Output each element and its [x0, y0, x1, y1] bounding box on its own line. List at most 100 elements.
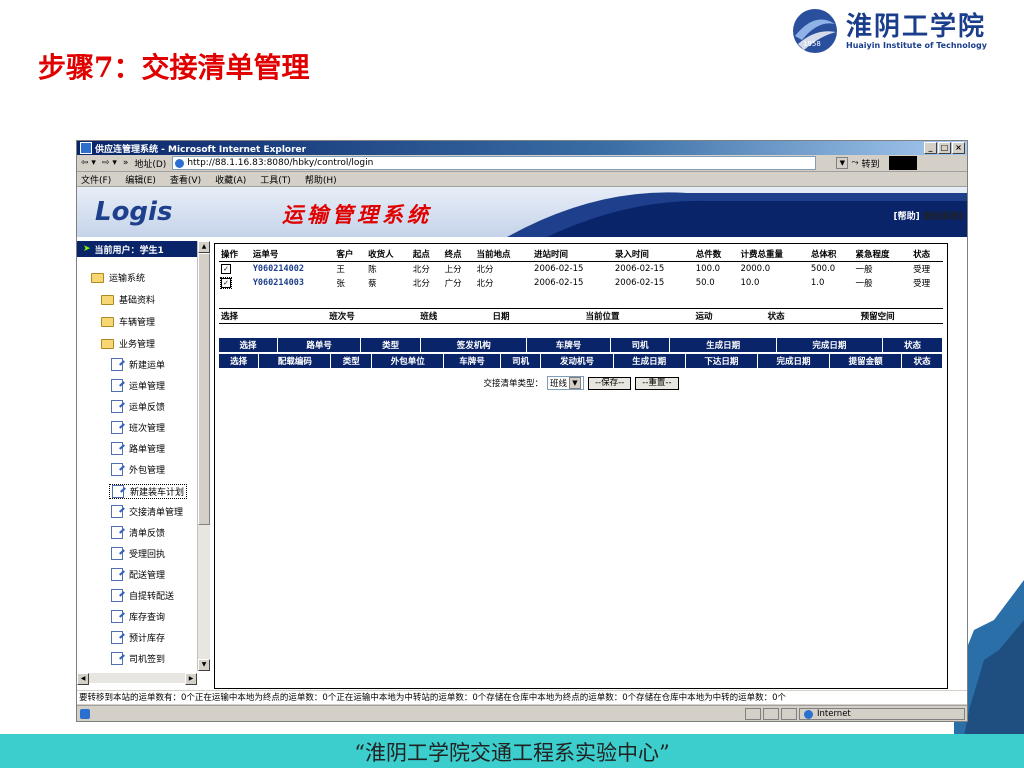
- app-banner: Logis 运输管理系统 [帮助] 退出系统]: [77, 187, 967, 237]
- address-input[interactable]: http://88.1.16.83:8080/hbky/control/logi…: [172, 156, 817, 170]
- scroll-up-icon[interactable]: ▲: [198, 241, 210, 253]
- col-header: 类型: [330, 354, 373, 368]
- col-header: 总体积: [808, 247, 854, 262]
- go-button[interactable]: 转到: [862, 157, 880, 170]
- slide-footer: “淮阴工学院交通工程系实验中心”: [0, 734, 1024, 768]
- status-cell: [745, 708, 761, 720]
- menu-view[interactable]: 查看(V): [170, 173, 201, 186]
- menu-edit[interactable]: 编辑(E): [125, 173, 156, 186]
- tree-item-waybill-feedback[interactable]: 运单反馈: [111, 400, 165, 413]
- address-dropdown-icon[interactable]: ▼: [836, 157, 849, 169]
- col-header: 班线: [392, 308, 465, 324]
- scroll-right-icon[interactable]: ▶: [185, 673, 197, 685]
- logo-year: 1958: [803, 40, 821, 48]
- sidebar-vertical-scrollbar[interactable]: ▲ ▼: [197, 241, 210, 671]
- list-type-select[interactable]: 班线 ▼: [546, 376, 584, 390]
- cell-urgency: 一般: [855, 279, 873, 289]
- col-header: 运单号: [250, 247, 335, 262]
- tree-item-driver-signin[interactable]: 司机签到: [111, 652, 165, 665]
- table-row: ✓ Y060214002 王 陈 北分 上分 北分 2006-02-15 200…: [219, 262, 943, 277]
- go-arrow-icon[interactable]: ⤳: [851, 158, 858, 168]
- document-icon: [111, 421, 123, 434]
- col-header: 起点: [410, 247, 443, 262]
- tree-item-handover-list-mgmt[interactable]: 交接清单管理: [111, 505, 183, 518]
- col-header: 车牌号: [526, 338, 611, 352]
- address-url: http://88.1.16.83:8080/hbky/control/logi…: [187, 158, 374, 168]
- close-button[interactable]: ×: [952, 142, 965, 154]
- cell-in-time: 2006-02-15: [534, 278, 584, 288]
- menu-favorites[interactable]: 收藏(A): [215, 173, 246, 186]
- col-header: 选择: [219, 308, 292, 324]
- waybill-code[interactable]: Y060214002: [251, 262, 335, 277]
- tree-item-expected-inventory[interactable]: 预计库存: [111, 631, 165, 644]
- tree-item-delivery-mgmt[interactable]: 配送管理: [111, 568, 165, 581]
- row-checkbox[interactable]: ✓: [221, 264, 231, 274]
- address-bar: ⇦ ▾ ⇨ ▾ » 地址(D) http://88.1.16.83:8080/h…: [77, 155, 967, 172]
- app-logo: Logis: [95, 197, 173, 227]
- document-icon: [112, 485, 124, 498]
- logo-chinese-name: 淮阴工学院: [846, 11, 987, 42]
- toolbar-overflow-icon[interactable]: »: [123, 158, 129, 168]
- cell-to: 上分: [444, 265, 462, 275]
- tree-item-new-waybill[interactable]: 新建运单: [111, 358, 165, 371]
- folder-icon: [91, 272, 104, 283]
- logout-link[interactable]: 退出系统]: [923, 212, 963, 222]
- footer-text: “淮阴工学院交通工程系实验中心”: [354, 741, 670, 765]
- tree-item-pickup-to-delivery[interactable]: 自提转配送: [111, 589, 174, 602]
- tree-item-inventory-query[interactable]: 库存查询: [111, 610, 165, 623]
- maximize-button[interactable]: □: [938, 142, 951, 154]
- menu-tools[interactable]: 工具(T): [260, 173, 291, 186]
- tree-item-route-mgmt[interactable]: 路单管理: [111, 442, 165, 455]
- col-header: 当前地点: [474, 247, 533, 262]
- page-viewport: Logis 运输管理系统 [帮助] 退出系统] ➤ 当前用户：学生1 运输系统 …: [77, 187, 967, 690]
- reset-button[interactable]: --重置--: [635, 376, 679, 390]
- col-header: 状态: [911, 247, 943, 262]
- waybill-code[interactable]: Y060214003: [251, 276, 335, 290]
- col-header: 配载编码: [258, 354, 332, 368]
- forward-arrow-icon[interactable]: ⇨ ▾: [102, 158, 117, 168]
- minimize-button[interactable]: _: [924, 142, 937, 154]
- menu-help[interactable]: 帮助(H): [305, 173, 337, 186]
- help-link[interactable]: [帮助]: [894, 212, 920, 222]
- scroll-left-icon[interactable]: ◀: [77, 673, 89, 685]
- tree-item-new-loading-plan[interactable]: 新建装车计划: [109, 484, 188, 499]
- document-icon: [111, 568, 123, 581]
- tree-item-waybill-mgmt[interactable]: 运单管理: [111, 379, 165, 392]
- document-icon: [111, 505, 123, 518]
- shift-table: 选择 班次号 班线 日期 当前位置 运动 状态 预留空间: [219, 308, 943, 324]
- tree-root-transport[interactable]: 运输系统: [91, 271, 145, 284]
- ie-window-icon: [80, 142, 92, 154]
- scroll-thumb[interactable]: [198, 253, 210, 525]
- col-header: 路单号: [277, 338, 362, 352]
- sidebar-horizontal-scrollbar[interactable]: ◀ ▶: [77, 673, 197, 685]
- tree-item-list-feedback[interactable]: 清单反馈: [111, 526, 165, 539]
- col-header: 班次号: [291, 308, 393, 324]
- col-header: 提留金额: [829, 354, 903, 368]
- document-icon: [111, 358, 123, 371]
- scroll-down-icon[interactable]: ▼: [198, 659, 210, 671]
- save-button[interactable]: --保存--: [587, 376, 632, 390]
- menu-file[interactable]: 文件(F): [81, 173, 111, 186]
- back-arrow-icon[interactable]: ⇦ ▾: [81, 158, 96, 168]
- col-header: 发动机号: [540, 354, 614, 368]
- document-icon: [111, 526, 123, 539]
- cell-customer: 王: [336, 265, 345, 275]
- cell-entry-time: 2006-02-15: [614, 278, 665, 288]
- tree-folder-business[interactable]: 业务管理: [101, 337, 155, 350]
- tree-folder-basic-data[interactable]: 基础资料: [101, 293, 155, 306]
- tree-item-acceptance-receipt[interactable]: 受理回执: [111, 547, 165, 560]
- col-header: 签发机构: [420, 338, 528, 352]
- window-title: 供应连管理系统 - Microsoft Internet Explorer: [95, 144, 307, 155]
- tree-item-outsource-mgmt[interactable]: 外包管理: [111, 463, 165, 476]
- col-header: 计费总重量: [738, 247, 809, 262]
- current-user-bar: ➤ 当前用户：学生1: [77, 241, 201, 257]
- tree-folder-vehicle[interactable]: 车辆管理: [101, 315, 155, 328]
- tree-item-shift-mgmt[interactable]: 班次管理: [111, 421, 165, 434]
- col-header: 终点: [442, 247, 475, 262]
- cell-pieces: 100.0: [695, 264, 721, 274]
- document-icon: [111, 379, 123, 392]
- document-icon: [111, 610, 123, 623]
- cell-volume: 1.0: [810, 278, 825, 288]
- row-checkbox[interactable]: ✓: [220, 277, 232, 289]
- handover-form: 交接清单类型： 班线 ▼ --保存-- --重置--: [215, 376, 947, 390]
